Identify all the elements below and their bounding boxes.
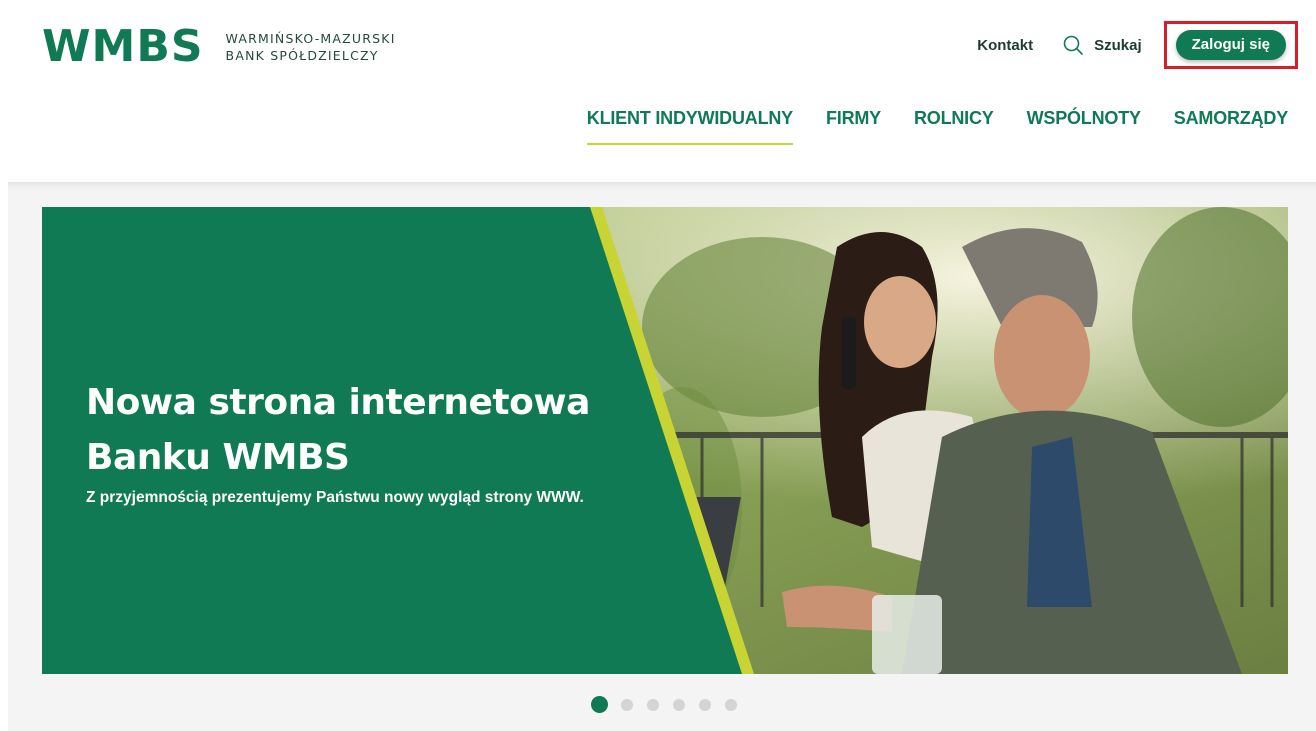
slider-dot-2[interactable] [621,698,633,711]
slider-dot-3[interactable] [647,698,659,711]
main-navigation: KLIENT INDYWIDUALNY FIRMY ROLNICY WSPÓLN… [554,108,1288,146]
logo-text: WARMIŃSKO-MAZURSKI BANK SPÓŁDZIELCZY [226,30,396,64]
hero-subtitle: Z przyjemnością prezentujemy Państwu now… [86,489,584,506]
utility-links: Kontakt Szukaj Zaloguj się [977,21,1298,69]
search-label: Szukaj [1094,36,1142,54]
nav-item-rolnicy[interactable]: ROLNICY [914,108,994,146]
slider-dots [591,696,751,713]
nav-item-klient-indywidualny[interactable]: KLIENT INDYWIDUALNY [586,108,794,146]
bank-logo[interactable]: WMBS WARMIŃSKO-MAZURSKI BANK SPÓŁDZIELCZ… [42,24,396,70]
login-highlight-box: Zaloguj się [1163,21,1298,69]
hero-banner[interactable]: Nowa strona internetowa Banku WMBS Z prz… [42,207,1288,674]
login-button[interactable]: Zaloguj się [1175,30,1286,60]
nav-item-samorzady[interactable]: SAMORZĄDY [1174,108,1288,146]
slider-dot-1[interactable] [591,696,608,713]
site-header: WMBS WARMIŃSKO-MAZURSKI BANK SPÓŁDZIELCZ… [0,0,1316,182]
logo-line-2: BANK SPÓŁDZIELCZY [225,48,379,63]
contact-link[interactable]: Kontakt [977,37,1033,54]
slider-dot-4[interactable] [673,698,685,711]
search-link[interactable]: Szukaj [1063,35,1142,55]
slider-dot-6[interactable] [725,698,737,711]
logo-line-1: WARMIŃSKO-MAZURSKI [225,31,396,46]
nav-item-firmy[interactable]: FIRMY [826,108,881,146]
search-icon [1063,35,1083,55]
hero-title-line-1: Nowa strona internetowa [86,382,590,423]
logo-mark: WMBS [42,21,204,72]
hero-title-line-2: Banku WMBS [86,437,350,478]
nav-item-wspolnoty[interactable]: WSPÓLNOTY [1027,108,1141,146]
hero-title: Nowa strona internetowa Banku WMBS [86,375,646,485]
slider-dot-5[interactable] [699,698,711,711]
